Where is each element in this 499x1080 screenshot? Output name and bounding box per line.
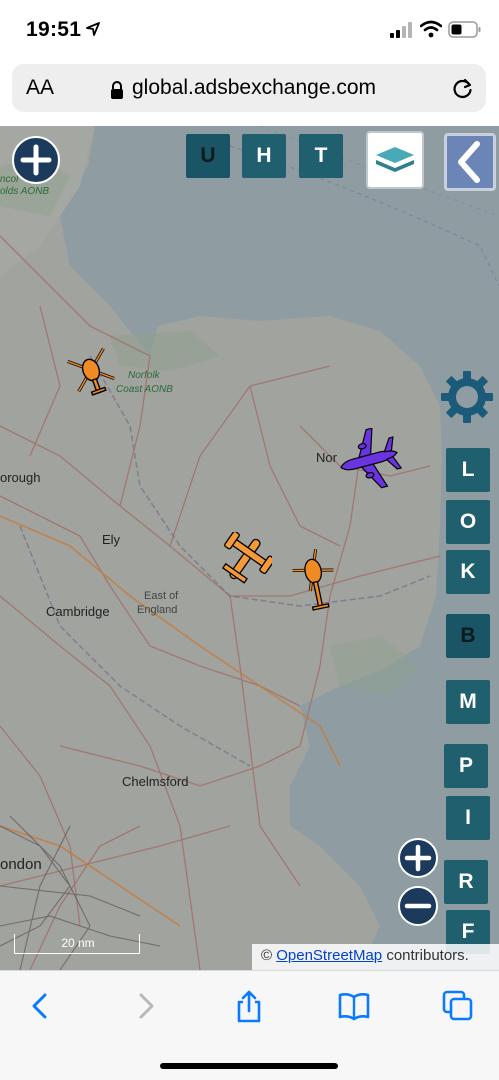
side-button-o-label: O: [459, 510, 477, 533]
zoom-out-button[interactable]: [398, 886, 438, 926]
address-bar-area: AA global.adsbexchange.com: [0, 60, 499, 126]
side-button-b-label: B: [460, 624, 476, 647]
scale-label: 20 nm: [61, 936, 95, 950]
label-ely: Ely: [102, 532, 121, 547]
side-button-l-label: L: [461, 458, 475, 481]
tabs-icon[interactable]: [441, 989, 475, 1023]
label-lincs-aonb-2: olds AONB: [0, 186, 50, 197]
side-button-b[interactable]: B: [446, 614, 490, 658]
label-peterborough: orough: [0, 470, 41, 485]
battery-icon: [448, 21, 481, 38]
collapse-panel-button[interactable]: [444, 133, 496, 191]
map-layers-button[interactable]: [366, 131, 424, 189]
wifi-icon: [420, 20, 442, 38]
side-button-m-label: M: [459, 690, 477, 713]
side-button-p-label: P: [458, 754, 473, 777]
url-text[interactable]: global.adsbexchange.com: [132, 76, 376, 100]
zoom-in-icon: [404, 844, 432, 872]
openstreetmap-link[interactable]: OpenStreetMap: [276, 947, 382, 964]
top-button-t[interactable]: T: [299, 134, 343, 178]
back-icon[interactable]: [24, 989, 58, 1023]
side-button-r[interactable]: R: [444, 860, 488, 904]
top-button-u-label: U: [200, 144, 216, 167]
label-cambridge: Cambridge: [46, 604, 110, 619]
side-button-o[interactable]: O: [446, 500, 490, 544]
address-bar[interactable]: AA global.adsbexchange.com: [12, 64, 486, 112]
text-size-button[interactable]: AA: [26, 76, 54, 100]
label-east-of-england-1: East of: [144, 590, 179, 602]
map-attribution: © OpenStreetMap contributors.: [252, 944, 499, 970]
share-icon[interactable]: [232, 989, 266, 1023]
home-indicator: [160, 1063, 338, 1069]
layers-icon: [376, 147, 414, 172]
side-button-r-label: R: [458, 870, 474, 893]
lock-icon: [111, 81, 123, 99]
tiltrotor-aircraft-icon[interactable]: [218, 532, 272, 586]
cellular-signal-icon: [390, 22, 412, 38]
text-size-label: AA: [26, 76, 55, 99]
side-button-m[interactable]: M: [446, 680, 490, 724]
add-button[interactable]: [12, 136, 60, 184]
status-bar: 19:51: [0, 0, 499, 60]
location-arrow-icon: [86, 22, 100, 36]
zoom-out-icon: [404, 903, 432, 909]
label-chelmsford: Chelmsford: [122, 774, 189, 789]
top-button-h[interactable]: H: [242, 134, 286, 178]
top-button-t-label: T: [314, 144, 328, 167]
label-east-of-england-2: England: [137, 604, 178, 616]
bookmarks-icon[interactable]: [337, 989, 371, 1023]
zoom-in-button[interactable]: [398, 838, 438, 878]
side-button-k-label: K: [460, 560, 476, 583]
side-button-k[interactable]: K: [446, 550, 490, 594]
side-button-l[interactable]: L: [446, 448, 490, 492]
top-button-h-label: H: [256, 144, 272, 167]
label-norwich: Nor: [316, 450, 337, 465]
helicopter-icon[interactable]: [66, 344, 116, 396]
jet-aircraft-icon[interactable]: [336, 428, 402, 492]
browser-toolbar: [0, 970, 499, 1080]
status-time: 19:51: [26, 18, 82, 41]
side-button-f-label: F: [461, 920, 475, 943]
settings-gear-icon[interactable]: [440, 370, 494, 424]
attribution-suffix: contributors.: [386, 947, 469, 964]
forward-icon[interactable]: [128, 989, 162, 1023]
reload-icon[interactable]: [452, 77, 474, 99]
label-norfolk-aonb-2: Coast AONB: [116, 384, 173, 395]
helicopter-icon-2[interactable]: [292, 546, 338, 614]
attribution-copyright: ©: [261, 947, 273, 964]
side-button-p[interactable]: P: [444, 744, 488, 788]
side-button-i[interactable]: I: [446, 796, 490, 840]
label-london: ondon: [0, 856, 42, 873]
side-button-i-label: I: [465, 806, 471, 829]
map-scale-bar: 20 nm: [14, 934, 140, 954]
top-button-u[interactable]: U: [186, 134, 230, 178]
chevron-left-icon: [458, 141, 480, 183]
plus-icon: [20, 144, 52, 176]
label-norfolk-aonb-1: Norfolk: [128, 370, 160, 381]
map-view[interactable]: ncol olds AONB Norfolk Coast AONB orough…: [0, 126, 499, 970]
